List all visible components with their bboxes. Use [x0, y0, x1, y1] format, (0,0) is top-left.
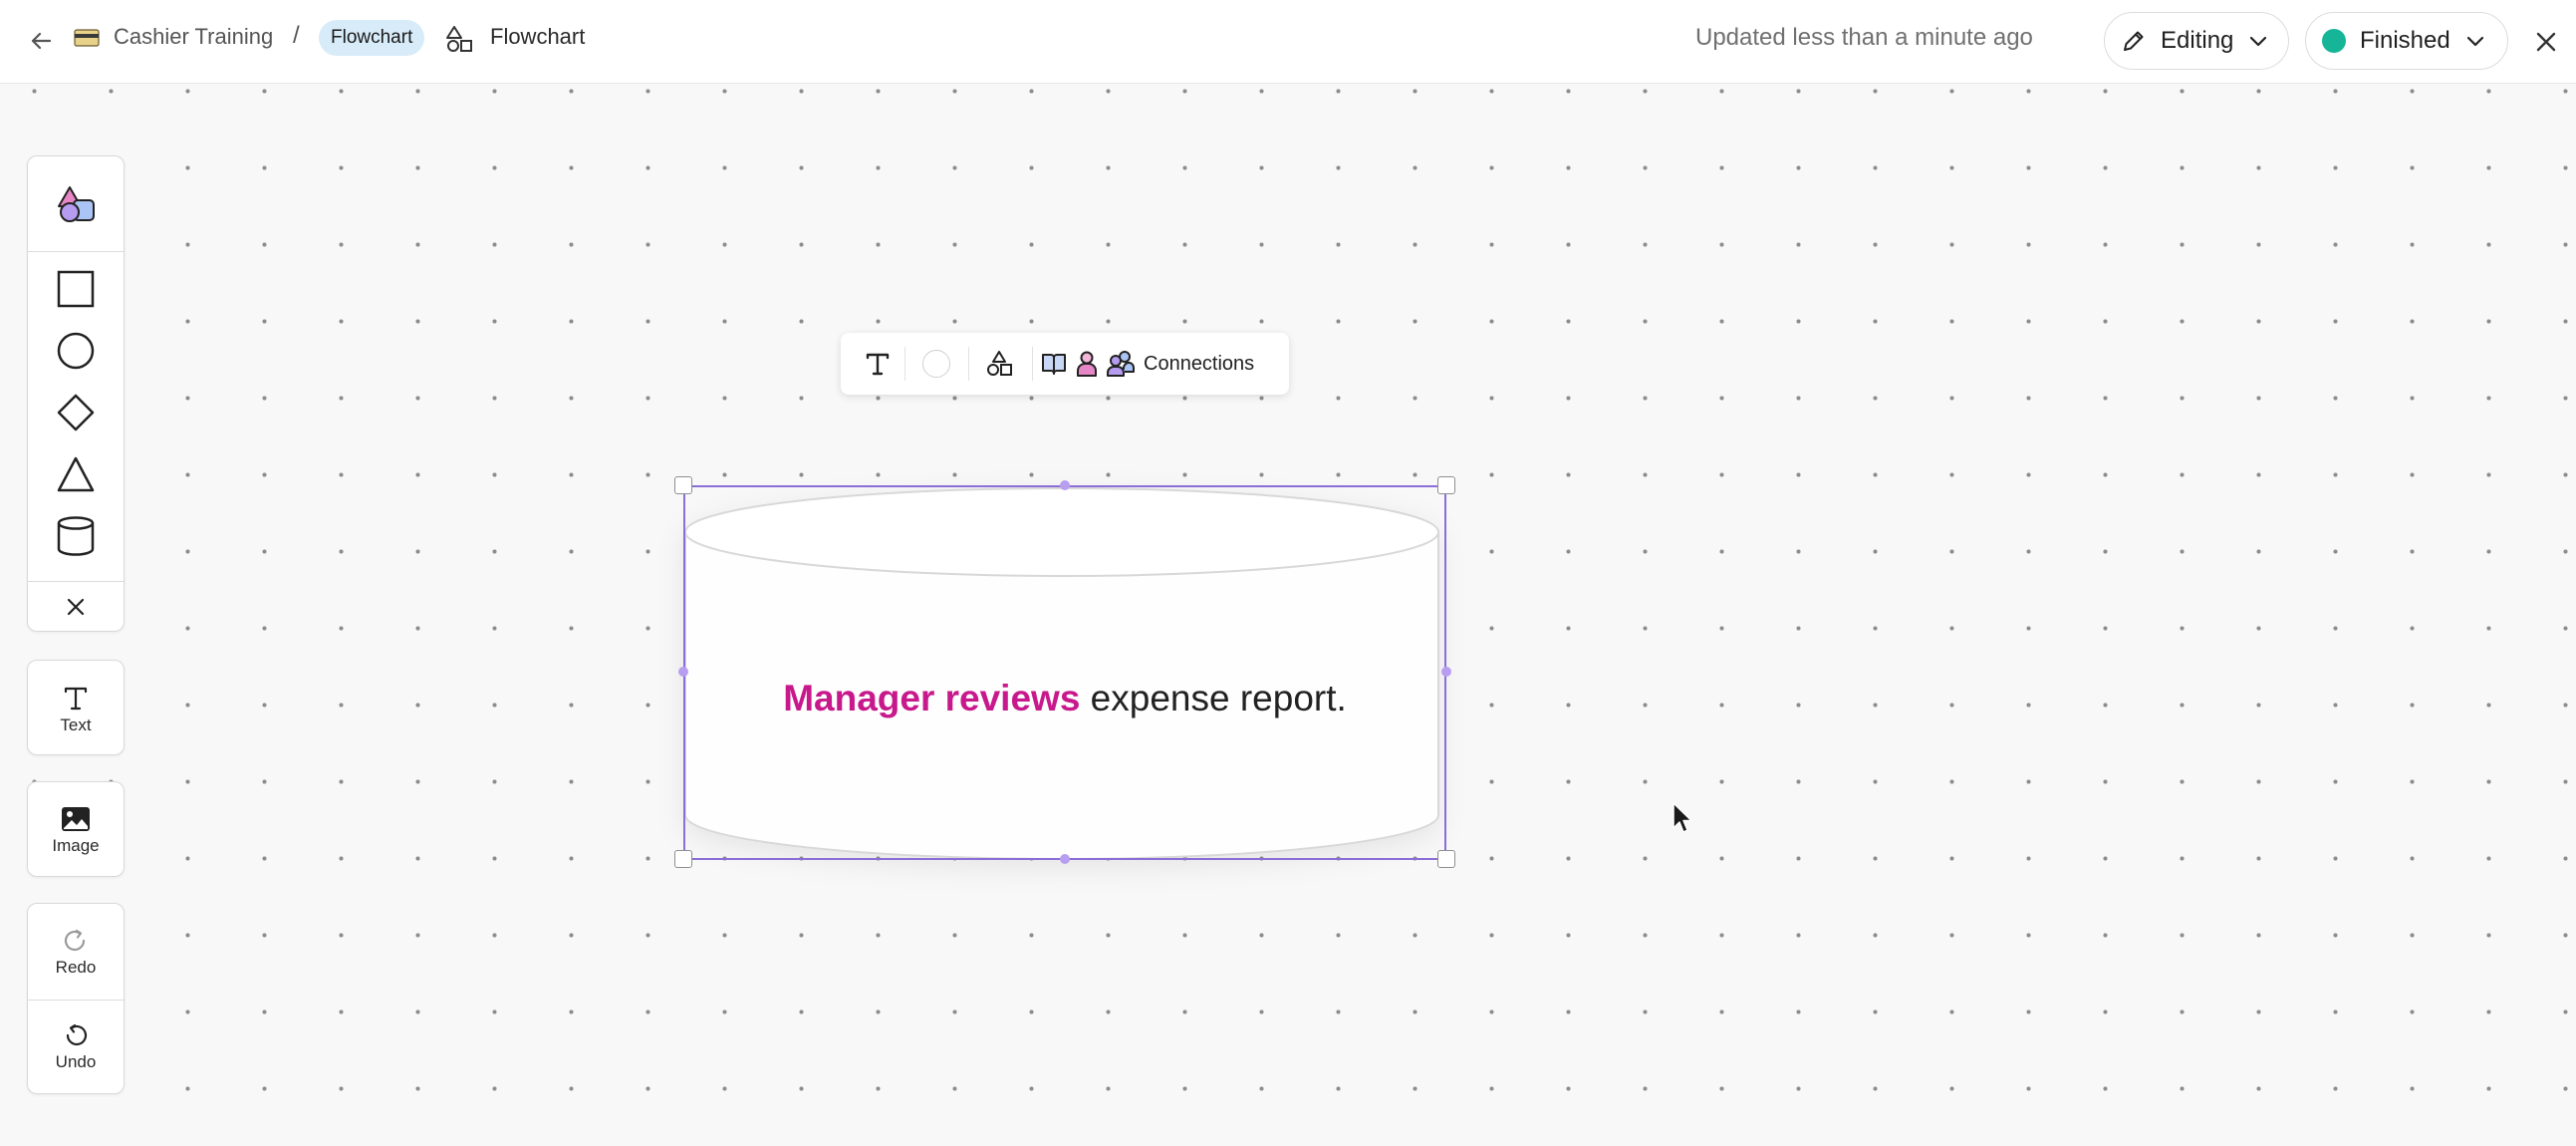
image-tool-label: Image	[52, 836, 100, 855]
connection-point-bottom[interactable]	[1060, 854, 1070, 864]
status-label: Finished	[2360, 27, 2450, 54]
connections-label: Connections	[1144, 352, 1255, 375]
undo-button[interactable]: Undo	[28, 1011, 124, 1083]
person-icon	[1077, 351, 1097, 377]
mouse-cursor-icon	[1673, 802, 1692, 833]
breadcrumb-parent[interactable]: Cashier Training	[114, 22, 273, 52]
text-style-button[interactable]	[853, 333, 902, 395]
close-icon	[2536, 32, 2556, 52]
circle-icon	[57, 332, 95, 370]
square-icon	[57, 270, 95, 308]
change-shape-button[interactable]	[974, 333, 1024, 395]
toolbar-divider	[1032, 347, 1033, 381]
close-icon	[67, 598, 85, 616]
redo-button[interactable]: Redo	[28, 918, 124, 988]
status-dot	[2322, 29, 2346, 53]
text-tool-content: Text	[28, 675, 124, 744]
shape-context-toolbar: Connections	[841, 333, 1289, 395]
rectangle-tool[interactable]	[28, 260, 124, 318]
chevron-down-icon	[2250, 36, 2267, 47]
text-icon	[866, 353, 890, 376]
back-button[interactable]	[18, 18, 64, 64]
chevron-down-icon	[2466, 36, 2483, 47]
selection-box	[683, 485, 1446, 860]
breadcrumb-pill[interactable]: Flowchart	[319, 20, 425, 56]
shape-label[interactable]: Manager reviews expense report.	[683, 674, 1446, 723]
editing-mode-label: Editing	[2161, 27, 2234, 54]
resize-handle-bottom-right[interactable]	[1437, 850, 1455, 868]
updated-status-text: Updated less than a minute ago	[1695, 24, 2033, 51]
triangle-tool[interactable]	[28, 445, 124, 503]
undo-icon	[66, 1023, 88, 1046]
status-dropdown[interactable]: Finished	[2305, 12, 2508, 70]
arrow-left-icon	[31, 32, 52, 50]
pencil-icon	[2124, 31, 2144, 51]
image-tool[interactable]: Image	[27, 781, 125, 877]
resize-handle-bottom-left[interactable]	[674, 850, 692, 868]
color-swatch	[922, 350, 950, 378]
shape-palette	[27, 155, 125, 632]
palette-divider	[28, 1000, 124, 1001]
shapes-outline-icon	[446, 26, 472, 52]
text-icon	[64, 687, 88, 711]
close-shapes-button[interactable]	[28, 582, 124, 632]
triangle-icon	[57, 456, 95, 492]
connection-point-top[interactable]	[1060, 480, 1070, 490]
cylinder-tool[interactable]	[28, 507, 124, 565]
breadcrumb-separator: /	[293, 22, 300, 49]
book-icon	[1042, 354, 1066, 375]
undo-label: Undo	[55, 1052, 97, 1071]
group-icon	[1107, 351, 1135, 377]
shape-label-rest: expense report.	[1080, 678, 1347, 718]
redo-label: Redo	[55, 958, 97, 977]
close-button[interactable]	[2526, 22, 2566, 62]
text-tool[interactable]: Text	[27, 660, 125, 755]
editing-mode-dropdown[interactable]: Editing	[2104, 12, 2289, 70]
connections-button[interactable]: Connections	[1040, 333, 1279, 395]
diamond-icon	[57, 394, 95, 431]
redo-icon	[64, 929, 86, 952]
top-bar: Cashier Training / Flowchart Flowchart U…	[0, 0, 2576, 84]
shapes-tool[interactable]	[28, 166, 124, 242]
palette-divider	[28, 251, 124, 252]
cylinder-icon	[57, 516, 95, 556]
fill-color-button[interactable]	[910, 333, 962, 395]
text-tool-label: Text	[60, 716, 92, 734]
resize-handle-top-right[interactable]	[1437, 476, 1455, 494]
resize-handle-top-left[interactable]	[674, 476, 692, 494]
history-palette: Redo Undo	[27, 903, 125, 1094]
image-tool-content: Image	[28, 796, 124, 866]
image-icon	[62, 807, 90, 831]
shapes-outline-icon	[987, 351, 1012, 376]
breadcrumb-current: Flowchart	[490, 24, 586, 49]
toolbar-divider	[904, 347, 905, 381]
shape-label-highlight: Manager reviews	[783, 678, 1081, 718]
shapes-color-icon	[58, 186, 95, 222]
toolbar-divider	[968, 347, 969, 381]
circle-tool[interactable]	[28, 322, 124, 380]
diamond-tool[interactable]	[28, 384, 124, 441]
card-icon	[74, 29, 100, 47]
